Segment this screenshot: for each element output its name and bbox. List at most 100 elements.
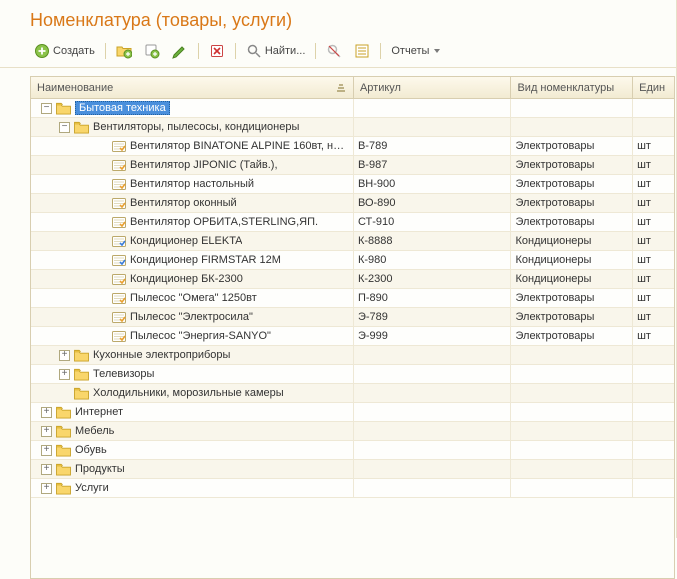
column-label: Артикул [360, 82, 401, 94]
cell-article [354, 479, 512, 497]
cell-name: Вентилятор BINATONE ALPINE 160вт, наполь… [31, 137, 354, 155]
find-button[interactable]: Найти... [242, 41, 310, 61]
cell-unit [633, 118, 674, 136]
cell-unit [633, 460, 674, 478]
cell-article [354, 422, 512, 440]
toolbar: Создать Найти... Отчеты [0, 39, 676, 68]
column-label: Вид номенклатуры [517, 82, 614, 94]
table-row[interactable]: Кондиционер БК-2300К-2300Кондиционерышт [31, 270, 674, 289]
column-header-name[interactable]: Наименование [31, 77, 354, 98]
table-row[interactable]: + Услуги [31, 479, 674, 498]
search-clear-icon [326, 43, 342, 59]
kind-value: Электротовары [515, 292, 594, 304]
table-row[interactable]: Пылесос "Омега" 1250вт П-890Электротовары… [31, 289, 674, 308]
data-grid: Наименование Артикул Вид номенклатуры Ед… [30, 76, 675, 579]
row-label: Пылесос "Омега" 1250вт [130, 292, 257, 304]
article-value: ВО-890 [358, 197, 396, 209]
table-row[interactable]: − Вентиляторы, пылесосы, кондиционеры [31, 118, 674, 137]
clear-search-button[interactable] [322, 41, 346, 61]
cell-kind: Кондиционеры [511, 270, 633, 288]
tree-expander[interactable]: + [41, 407, 52, 418]
table-row[interactable]: Кондиционер FIRMSTAR 12MК-980Кондиционер… [31, 251, 674, 270]
cell-unit: шт [633, 232, 674, 250]
tree-expander[interactable]: + [41, 483, 52, 494]
tree-expander[interactable]: + [59, 369, 70, 380]
article-value: К-980 [358, 254, 386, 266]
article-value: Э-999 [358, 330, 388, 342]
tree-expander[interactable]: − [41, 103, 52, 114]
table-row[interactable]: Вентилятор ОРБИТА,STERLING,ЯП.СТ-910Элек… [31, 213, 674, 232]
item-icon [112, 255, 126, 266]
kind-value: Кондиционеры [515, 254, 591, 266]
row-label: Обувь [75, 444, 107, 456]
table-row[interactable]: Пылесос "Энергия-SANYO"Э-999Электротовар… [31, 327, 674, 346]
cell-name: − Вентиляторы, пылесосы, кондиционеры [31, 118, 354, 136]
table-row[interactable]: +Телевизоры [31, 365, 674, 384]
add-item-button[interactable] [140, 41, 164, 61]
cell-article: Э-999 [354, 327, 512, 345]
unit-value: шт [637, 216, 651, 228]
create-button[interactable]: Создать [30, 41, 99, 61]
item-icon [112, 160, 126, 171]
column-header-article[interactable]: Артикул [354, 77, 512, 98]
table-row[interactable]: Кондиционер ELEKTAК-8888Кондиционерышт [31, 232, 674, 251]
table-row[interactable]: + Кухонные электроприборы [31, 346, 674, 365]
kind-value: Электротовары [515, 311, 594, 323]
cell-article [354, 441, 512, 459]
cell-unit [633, 441, 674, 459]
cell-article [354, 403, 512, 421]
table-row[interactable]: Холодильники, морозильные камеры [31, 384, 674, 403]
table-row[interactable]: + Обувь [31, 441, 674, 460]
reports-button[interactable]: Отчеты [387, 43, 444, 59]
tree-expander[interactable]: − [59, 122, 70, 133]
kind-value: Электротовары [515, 178, 594, 190]
table-row[interactable]: +Мебель [31, 422, 674, 441]
tree-expander[interactable]: + [41, 464, 52, 475]
delete-button[interactable] [205, 41, 229, 61]
kind-value: Электротовары [515, 216, 594, 228]
find-label: Найти... [265, 45, 306, 57]
row-label: Вентиляторы, пылесосы, кондиционеры [93, 121, 299, 133]
list-button[interactable] [350, 41, 374, 61]
table-row[interactable]: Пылесос "Электросила"Э-789Электротоварыш… [31, 308, 674, 327]
item-icon [112, 217, 126, 228]
tree-expander[interactable]: + [41, 426, 52, 437]
row-label: Пылесос "Электросила" [130, 311, 253, 323]
item-icon [112, 274, 126, 285]
cell-article [354, 99, 512, 117]
table-row[interactable]: Вентилятор оконныйВО-890Электротоварышт [31, 194, 674, 213]
cell-name: +Телевизоры [31, 365, 354, 383]
unit-value: шт [637, 330, 651, 342]
table-row[interactable]: +Продукты [31, 460, 674, 479]
edit-button[interactable] [168, 41, 192, 61]
cell-unit: шт [633, 137, 674, 155]
sort-asc-icon [335, 82, 347, 94]
row-label: Услуги [75, 482, 109, 494]
table-row[interactable]: Вентилятор BINATONE ALPINE 160вт, наполь… [31, 137, 674, 156]
cell-article: ВО-890 [354, 194, 512, 212]
column-header-kind[interactable]: Вид номенклатуры [511, 77, 633, 98]
folder-icon [56, 102, 71, 115]
cell-article: ВН-900 [354, 175, 512, 193]
tree-expander[interactable]: + [59, 350, 70, 361]
table-row[interactable]: Вентилятор JIPONIC (Тайв.),В-987Электрот… [31, 156, 674, 175]
row-label: Бытовая техника [75, 101, 170, 115]
cell-name: + Обувь [31, 441, 354, 459]
row-label: Кухонные электроприборы [93, 349, 230, 361]
cell-name: +Продукты [31, 460, 354, 478]
article-value: Э-789 [358, 311, 388, 323]
cell-name: Пылесос "Омега" 1250вт [31, 289, 354, 307]
tree-expander[interactable]: + [41, 445, 52, 456]
folder-icon [56, 406, 71, 419]
column-header-unit[interactable]: Един [633, 77, 674, 98]
cell-article: П-890 [354, 289, 512, 307]
item-icon [112, 312, 126, 323]
table-row[interactable]: Вентилятор настольныйВН-900Электротовары… [31, 175, 674, 194]
cell-name: +Интернет [31, 403, 354, 421]
table-row[interactable]: − Бытовая техника [31, 99, 674, 118]
table-row[interactable]: +Интернет [31, 403, 674, 422]
cell-name: Вентилятор ОРБИТА,STERLING,ЯП. [31, 213, 354, 231]
item-icon [112, 331, 126, 342]
add-folder-button[interactable] [112, 41, 136, 61]
row-label: Пылесос "Энергия-SANYO" [130, 330, 271, 342]
